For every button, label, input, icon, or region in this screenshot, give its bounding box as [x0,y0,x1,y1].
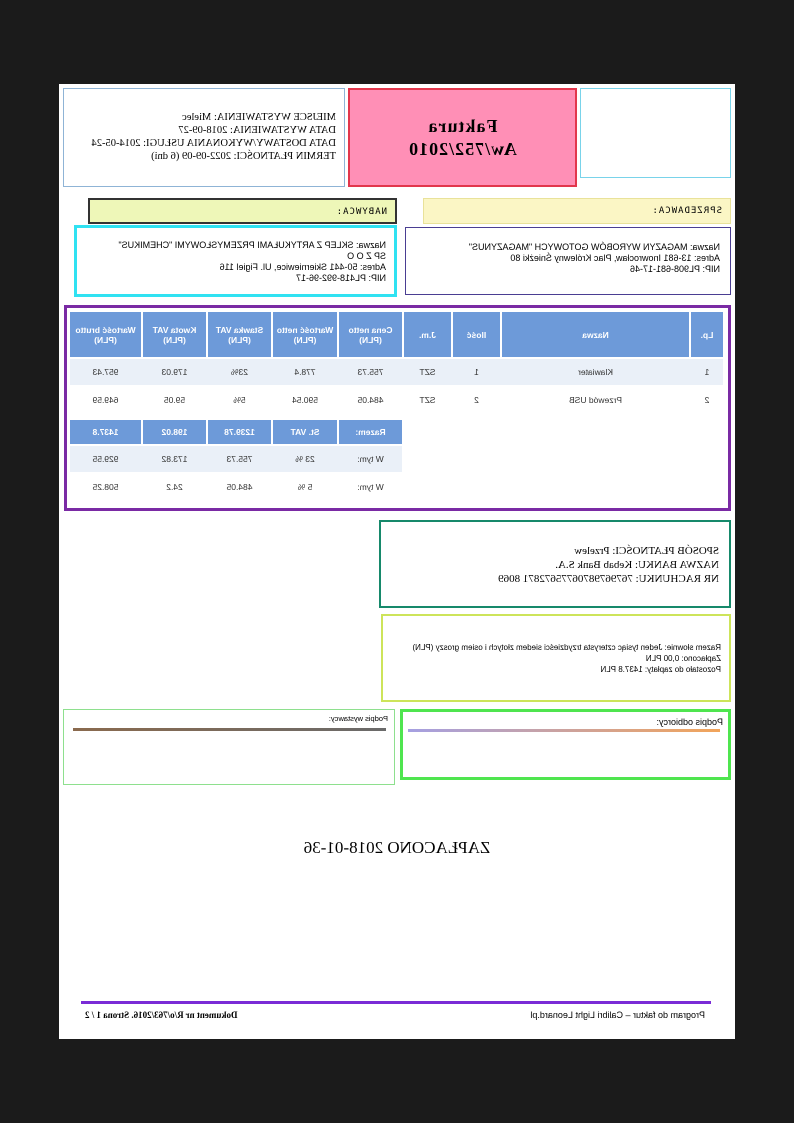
delivery-date: DATA DOSTAWY/WYKONANIA USŁUGI: 2014-05-2… [91,138,337,149]
footer-program: Program do faktur – Calibri Light Leonar… [530,1010,705,1020]
col-net-price: Cena netto (PLN) [339,312,402,357]
col-qty: Ilość [453,312,500,357]
summary-cell: W tym: [357,454,384,464]
summary-label: Razem: [339,420,402,444]
cell-net-price: 755.73 [357,367,384,377]
col-lp: Lp. [691,312,723,357]
summary-cell: 173.82 [161,454,188,464]
cell-unit: SZT [419,395,436,405]
issuer-signature-label: Podpis wystawcy: [328,714,388,723]
amount-paid: Zapłacono: 0,00 PLN [645,654,721,663]
col-net-value: Wartość netto (PLN) [273,312,337,357]
issuer-signature-line [73,728,386,731]
cell-lp: 1 [704,367,710,377]
cell-net-value: 778.4 [294,367,316,377]
receiver-signature-line [408,729,720,732]
buyer-address: Adres: 50-441 Skierniewice, Ul. Figiel 1… [219,262,386,272]
summary-cell: W tym: [357,482,384,492]
logo-placeholder [580,88,731,178]
cell-qty: 1 [474,367,479,377]
issue-date: DATA WYSTAWIENIA: 2018-09-27 [178,125,336,136]
seller-name: Nazwa: MAGAZYN WYROBÓW GOTOWYCH "MAGAZYN… [468,242,720,252]
cell-gross: 957.43 [92,367,119,377]
cell-vat-amount: 179.03 [161,367,188,377]
buyer-name-cont: SP Z O O [347,251,386,261]
buyer-name: Nazwa: SKLEP Z ARTYKUŁAMI PRZEMYSŁOWYMI … [118,240,386,250]
amount-words-line: Razem słownie: Jeden tysiąc czterysta tr… [412,643,721,652]
invoice-page: Faktura Aw/752/2010 MIEJSCE WYSTAWIENIA:… [59,84,735,1039]
cell-name: Przewód USB [569,395,622,405]
cell-unit: SZT [419,367,436,377]
seller-label: SPRZEDAWCA: [423,198,731,224]
cell-net-value: 590.54 [292,395,318,405]
cell-lp: 2 [704,395,710,405]
amount-remaining: Pozostało do zapłaty: 1437.8 PLN [600,665,721,674]
items-table: Lp. Nazwa Ilość J.m. Cena netto (PLN) Wa… [64,305,731,511]
cell-vat-rate: 5% [233,395,246,405]
seller-address: Adres: 13-681 Inowrocław, Plac Królewny … [510,253,720,263]
issue-place: MIEJSCE WYSTAWIENIA: Mielec [182,112,336,123]
issue-details: MIEJSCE WYSTAWIENIA: Mielec DATA WYSTAWI… [63,88,345,187]
summary-cell: 24.2 [166,482,183,492]
cell-vat-rate: 23% [231,367,249,377]
footer: Program do faktur – Calibri Light Leonar… [81,1010,711,1024]
summary-vat-rate: St. VAT [273,420,337,444]
cell-vat-amount: 59.05 [163,395,186,405]
summary-cell: 23 % [295,454,315,464]
bank-name: NAZWA BANKU: Kebab Bank S.A. [555,559,719,571]
summary-cell: 484.05 [226,482,253,492]
account-number: NR RACHUNKU: 76796798706775672871 8069 [498,573,719,585]
footer-document: Dokument nr R/o/763/2016. Strona 1 / 2 [85,1010,238,1020]
summary-cell: 5 % [297,482,313,492]
buyer-details: Nazwa: SKLEP Z ARTYKUŁAMI PRZEMYSŁOWYMI … [74,225,397,297]
summary-vat: 198.02 [143,420,206,444]
cell-gross: 649.59 [92,395,119,405]
cell-net-price: 484.05 [357,395,384,405]
cell-name: Klawiater [578,367,613,377]
cell-qty: 2 [474,395,479,405]
payment-details: SPOSÓB PŁATNOŚCI: Przelew NAZWA BANKU: K… [379,520,731,608]
payment-deadline: TERMIN PŁATNOŚCI: 2022-09-09 (6 dni) [151,151,336,162]
invoice-number: Aw/752/2010 [408,138,517,159]
summary-gross: 1437.8 [70,420,141,444]
amount-in-words: Razem słownie: Jeden tysiąc czterysta tr… [381,614,731,702]
receiver-signature-label: Podpis odbiorcy: [656,717,723,727]
invoice-title-box: Faktura Aw/752/2010 [348,88,577,187]
col-vat-amount: Kwota VAT (PLN) [143,312,206,357]
summary-net: 1239.78 [208,420,271,444]
footer-divider [81,1001,711,1004]
receiver-signature-box: Podpis odbiorcy: [400,709,731,780]
seller-nip: NIP: PL908-681-17-46 [629,264,720,274]
col-name: Nazwa [502,312,689,357]
buyer-label: NABYWCA: [88,198,397,224]
issuer-signature-box: Podpis wystawcy: [63,709,395,785]
invoice-title: Faktura [427,115,498,136]
paid-stamp: ZAPŁACONO 2018-01-36 [303,838,491,857]
col-vat-rate: Stawka VAT (PLN) [208,312,271,357]
col-unit: J.m. [404,312,451,357]
buyer-nip: NIP: PL418-992-96-17 [295,273,386,283]
payment-method: SPOSÓB PŁATNOŚCI: Przelew [574,545,719,557]
summary-cell: 755.73 [226,454,253,464]
seller-details: Nazwa: MAGAZYN WYROBÓW GOTOWYCH "MAGAZYN… [405,227,731,295]
col-gross: Wartość brutto (PLN) [70,312,141,357]
summary-cell: 508.25 [92,482,119,492]
mirrored-content: Faktura Aw/752/2010 MIEJSCE WYSTAWIENIA:… [59,84,735,1039]
summary-cell: 929.55 [92,454,119,464]
